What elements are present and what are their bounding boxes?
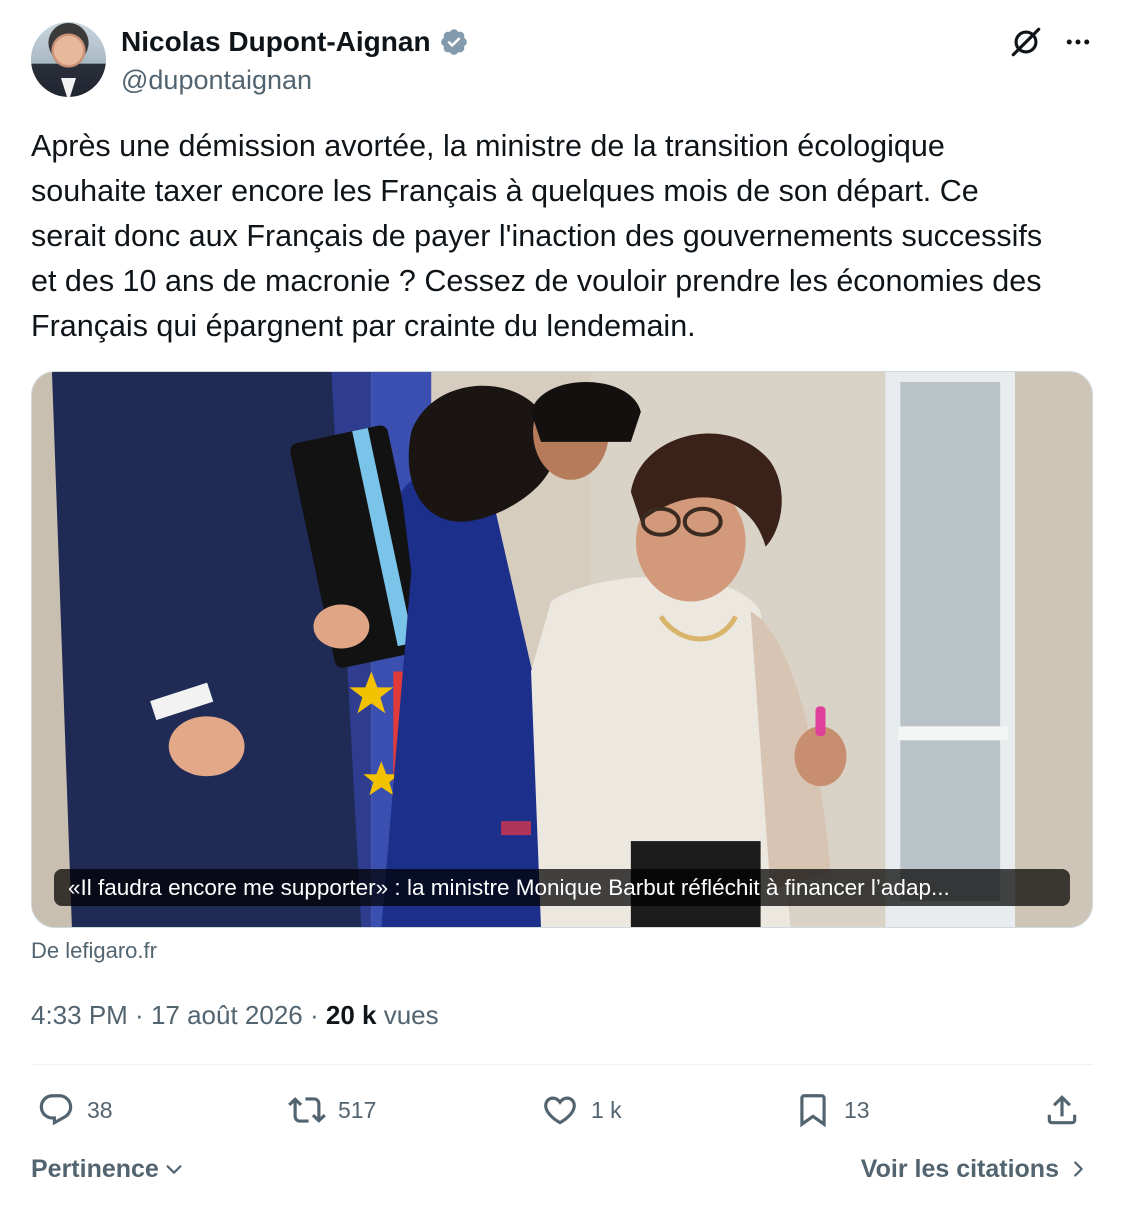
tweet-meta: 4:33 PM · 17 août 2026 · 20 k vues: [31, 998, 439, 1032]
repost-count: 517: [338, 1096, 377, 1123]
meta-separator: ·: [127, 1000, 151, 1030]
grok-icon[interactable]: [1006, 22, 1046, 62]
action-bar: 38 517 1 k 13: [31, 1086, 1093, 1134]
tweet-header: Nicolas Dupont-Aignan @dupontaignan: [31, 22, 1093, 100]
bookmark-icon: [800, 1094, 826, 1128]
chevron-right-icon: [1074, 1161, 1083, 1177]
tweet-time[interactable]: 4:33 PM: [31, 1000, 128, 1030]
bookmark-button[interactable]: 13: [794, 1086, 870, 1134]
reply-icon: [39, 1094, 73, 1126]
share-icon: [1047, 1095, 1077, 1125]
reply-count: 38: [87, 1096, 113, 1123]
meta-separator: ·: [302, 1000, 326, 1030]
author-name[interactable]: Nicolas Dupont-Aignan: [121, 26, 431, 58]
author-handle[interactable]: @dupontaignan: [121, 64, 312, 96]
tweet-text: Après une démission avortée, la ministre…: [31, 129, 1043, 343]
link-source[interactable]: De lefigaro.fr: [31, 937, 157, 965]
avatar[interactable]: [31, 22, 106, 97]
chevron-down-icon: [166, 1165, 182, 1174]
link-card[interactable]: «Il faudra encore me supporter» : la min…: [31, 371, 1093, 928]
share-button[interactable]: [1043, 1086, 1081, 1134]
repost-button[interactable]: 517: [288, 1086, 376, 1134]
repost-icon: [288, 1097, 326, 1123]
views-count[interactable]: 20 k: [326, 1000, 377, 1030]
view-quotes-label: Voir les citations: [860, 1155, 1059, 1183]
bookmark-count: 13: [844, 1096, 870, 1123]
heart-icon: [544, 1096, 576, 1125]
more-icon[interactable]: [1058, 22, 1098, 62]
article-caption[interactable]: «Il faudra encore me supporter» : la min…: [54, 869, 1070, 906]
tweet-date[interactable]: 17 août 2026: [151, 1000, 303, 1030]
sort-dropdown[interactable]: Pertinence: [31, 1152, 185, 1186]
view-quotes-link[interactable]: Voir les citations: [861, 1152, 1089, 1186]
verified-badge-icon[interactable]: [439, 27, 469, 57]
sort-label: Pertinence: [31, 1155, 159, 1183]
like-count: 1 k: [591, 1096, 622, 1123]
reply-button[interactable]: 38: [37, 1086, 113, 1134]
article-image: [32, 372, 1092, 927]
author-name-row: Nicolas Dupont-Aignan: [121, 26, 469, 58]
like-button[interactable]: 1 k: [541, 1086, 622, 1134]
views-label: vues: [383, 1000, 439, 1030]
divider: [31, 1064, 1093, 1065]
